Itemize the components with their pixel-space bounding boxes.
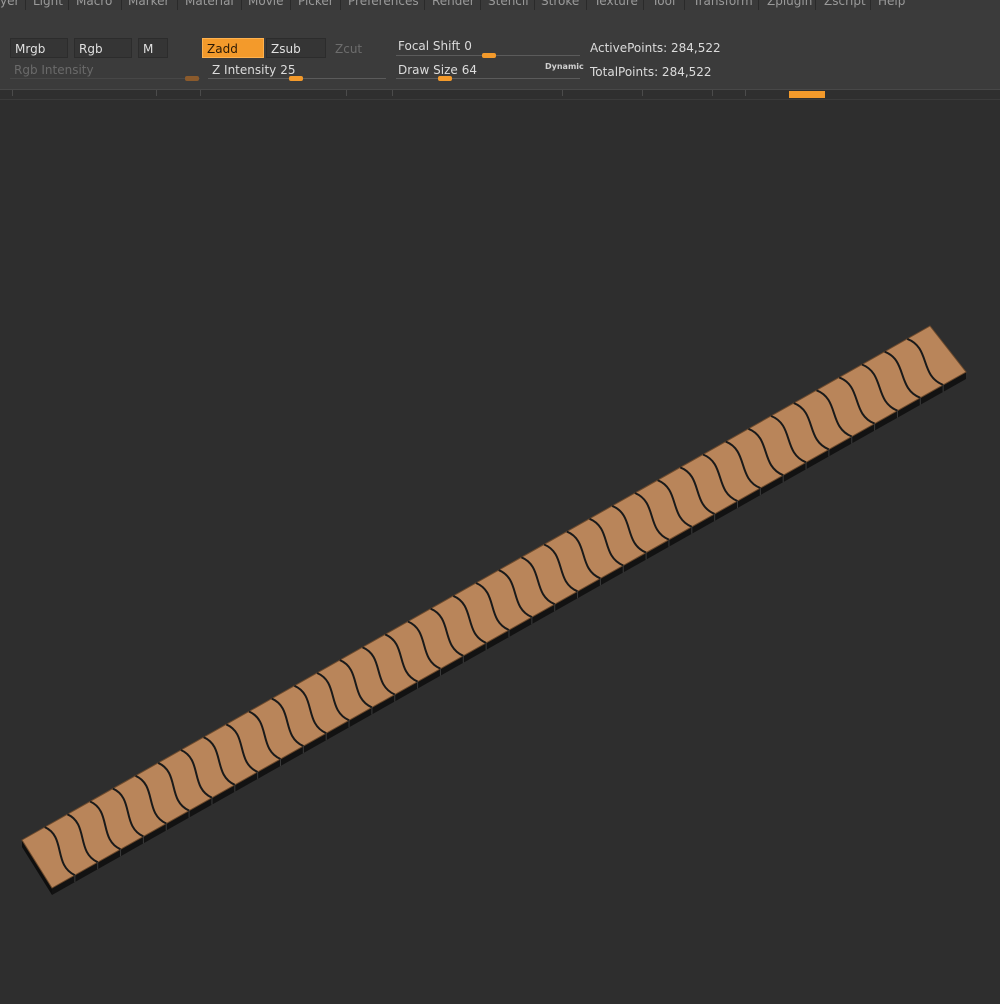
draw-size-track[interactable] [396,78,580,79]
menu-light[interactable]: Light [33,0,63,8]
shelf-tick [12,90,13,96]
strip-mesh [21,325,967,895]
strip-top-face [21,325,967,889]
rgb-intensity-label: Rgb Intensity [14,63,94,77]
active-shelf-indicator[interactable] [789,91,825,98]
menu-separator [643,0,644,10]
draw-size-label: Draw Size [398,63,458,77]
zsub-button[interactable]: Zsub [266,38,326,58]
zcut-button[interactable]: Zcut [330,38,378,58]
menu-separator [424,0,425,10]
mrgb-button[interactable]: Mrgb [10,38,68,58]
rgb-intensity-track[interactable] [10,78,200,79]
menu-separator [534,0,535,10]
menu-separator [68,0,69,10]
shelf-tick [562,90,563,96]
menu-separator [290,0,291,10]
zadd-button[interactable]: Zadd [202,38,264,58]
menu-separator [241,0,242,10]
shelf-tick [712,90,713,96]
strip-model [21,325,967,895]
menu-tool[interactable]: Tool [652,0,675,8]
focal-shift-knob[interactable] [482,53,496,58]
shelf-tick [156,90,157,96]
menu-picker[interactable]: Picker [298,0,334,8]
z-intensity-label: Z Intensity [212,63,277,77]
shelf-divider [0,89,1000,99]
draw-size-slider[interactable]: Draw Size 64 [398,63,477,77]
menu-separator [684,0,685,10]
draw-size-value: 64 [461,63,478,77]
menu-zplugin[interactable]: Zplugin [767,0,812,8]
dynamic-toggle[interactable]: Dynamic [545,62,584,71]
z-intensity-knob[interactable] [289,76,303,81]
focal-shift-slider[interactable]: Focal Shift 0 [398,39,472,53]
shelf-tick [346,90,347,96]
menu-separator [177,0,178,10]
menu-separator [121,0,122,10]
menu-preferences[interactable]: Preferences [348,0,419,8]
shelf-tick [200,90,201,96]
rgb-intensity-slider[interactable]: Rgb Intensity [14,63,94,77]
draw-size-knob[interactable] [438,76,452,81]
menu-separator [870,0,871,10]
menu-separator [480,0,481,10]
rgb-intensity-knob[interactable] [185,76,199,81]
menu-separator [586,0,587,10]
active-points-readout: ActivePoints: 284,522 [590,41,721,55]
menu-separator [25,0,26,10]
menu-render[interactable]: Render [432,0,475,8]
menu-stroke[interactable]: Stroke [541,0,579,8]
viewport-canvas[interactable] [0,100,1000,1000]
shelf-tick [642,90,643,96]
menu-bar: yer Light Macro Marker Material Movie Pi… [0,0,1000,10]
total-points-readout: TotalPoints: 284,522 [590,65,712,79]
menu-separator [340,0,341,10]
shelf-tick [392,90,393,96]
menu-texture[interactable]: Texture [594,0,638,8]
menu-zscript[interactable]: Zscript [824,0,866,8]
menu-transform[interactable]: Transform [693,0,753,8]
menu-movie[interactable]: Movie [248,0,284,8]
menu-marker[interactable]: Marker [128,0,169,8]
menu-macro[interactable]: Macro [76,0,112,8]
menu-separator [758,0,759,10]
focal-shift-label: Focal Shift [398,39,461,53]
menu-material[interactable]: Material [185,0,234,8]
shelf-tick [745,90,746,96]
focal-shift-value: 0 [464,39,472,53]
menu-stencil[interactable]: Stencil [488,0,529,8]
tool-settings-bar: Mrgb Rgb M Zadd Zsub Zcut Rgb Intensity … [0,10,1000,100]
z-intensity-slider[interactable]: Z Intensity 25 [212,63,296,77]
m-button[interactable]: M [138,38,168,58]
menu-help[interactable]: Help [878,0,905,8]
menu-layer[interactable]: yer [0,0,19,8]
z-intensity-value: 25 [280,63,296,77]
menu-separator [815,0,816,10]
rgb-button[interactable]: Rgb [74,38,132,58]
